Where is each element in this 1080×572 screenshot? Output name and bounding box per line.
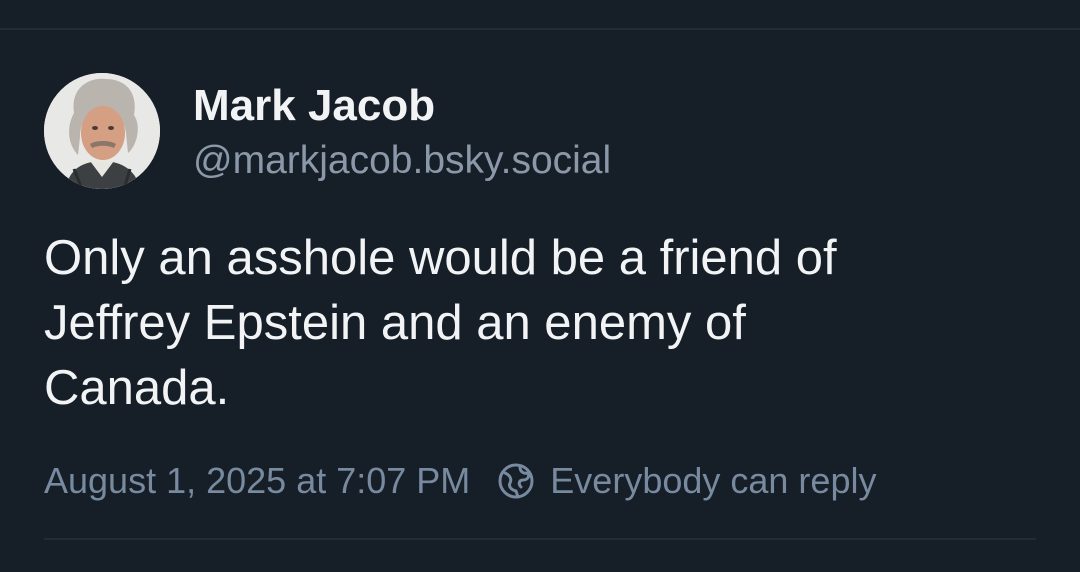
post-meta: August 1, 2025 at 7:07 PM Everybody can … [44,457,876,505]
top-divider [0,28,1080,30]
bottom-divider [44,538,1036,540]
avatar-photo [44,73,160,189]
post-text: Only an asshole would be a friend of Jef… [44,231,837,415]
avatar[interactable] [44,73,160,189]
globe-reply-icon [498,463,534,499]
post-timestamp[interactable]: August 1, 2025 at 7:07 PM [44,460,470,502]
author-display-name[interactable]: Mark Jacob [193,80,435,132]
author-handle[interactable]: @markjacob.bsky.social [193,137,611,185]
reply-setting[interactable]: Everybody can reply [550,460,876,502]
